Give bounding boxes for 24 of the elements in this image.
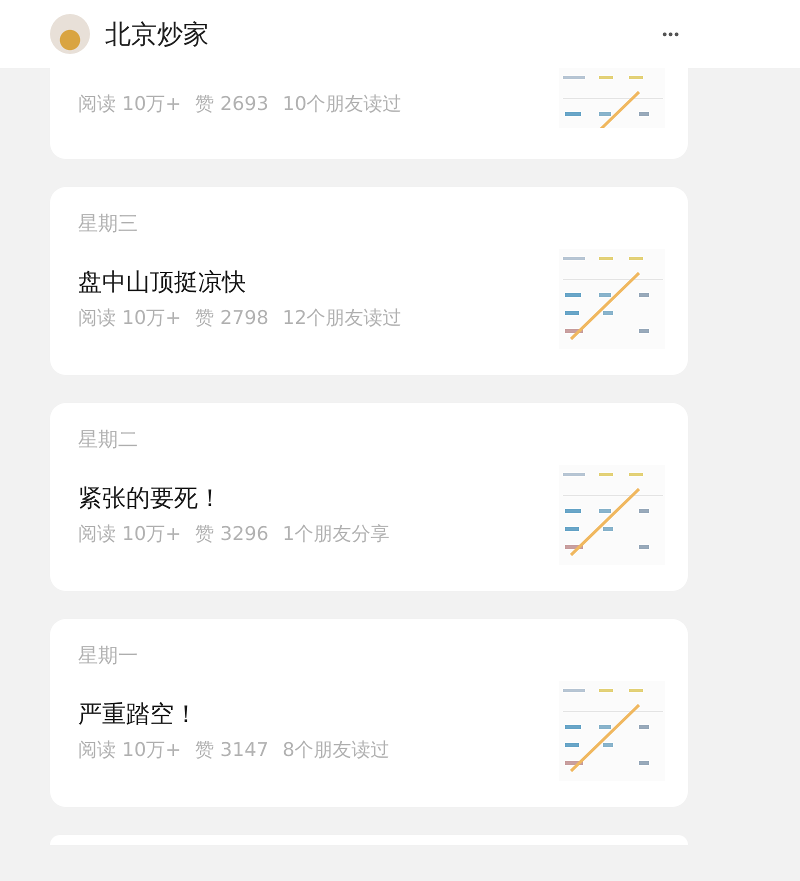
- avatar[interactable]: [50, 14, 90, 54]
- article-day: 星期二: [78, 425, 660, 453]
- more-button[interactable]: •••: [662, 26, 680, 42]
- like-count: 赞 3296: [195, 522, 269, 547]
- read-count: 阅读 10万+: [78, 738, 182, 763]
- article-title: 盘中山顶挺凉快: [78, 267, 247, 297]
- article-card[interactable]: 星期二 紧张的要死！ 阅读 10万+ 赞 3296 1个朋友分享: [50, 403, 688, 591]
- article-title: 严重踏空！: [78, 699, 199, 729]
- account-name: 北京炒家: [105, 18, 210, 52]
- friends-note: 12个朋友读过: [282, 306, 402, 331]
- article-card[interactable]: 星期一 严重踏空！ 阅读 10万+ 赞 3147 8个朋友读过: [50, 619, 688, 807]
- read-count: 阅读 10万+: [78, 306, 182, 331]
- friends-note: 8个朋友读过: [282, 738, 390, 763]
- like-count: 赞 3147: [195, 738, 269, 763]
- article-day: 星期三: [78, 209, 660, 237]
- article-day: 星期一: [78, 641, 660, 669]
- like-count: 赞 2693: [195, 92, 269, 117]
- friends-note: 10个朋友读过: [282, 92, 402, 117]
- read-count: 阅读 10万+: [78, 522, 182, 547]
- read-count: 阅读 10万+: [78, 92, 182, 117]
- friends-note: 1个朋友分享: [282, 522, 390, 547]
- article-title: 紧张的要死！: [78, 483, 223, 513]
- article-card[interactable]: 星期三 盘中山顶挺凉快 阅读 10万+ 赞 2798 12个朋友读过: [50, 187, 688, 375]
- like-count: 赞 2798: [195, 306, 269, 331]
